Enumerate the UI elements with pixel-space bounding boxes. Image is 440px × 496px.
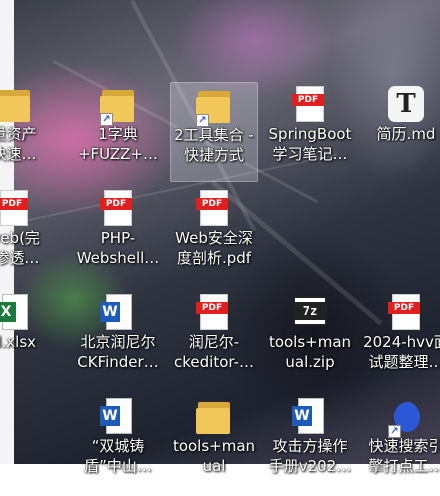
zip-icon: 7z [292, 294, 328, 332]
folder-icon: ↗ [196, 87, 232, 127]
pdf-icon: PDF [196, 294, 232, 332]
desktop-item[interactable]: PDF web(完 )渗透… [0, 188, 58, 288]
item-label: 简历.md [376, 125, 436, 143]
item-label: tools+man ual [172, 437, 256, 475]
desktop-item[interactable]: PDF Web安全深 度剖析.pdf [170, 188, 258, 288]
desktop-item[interactable]: PDF 润尼尔- ckeditor-… [170, 292, 258, 392]
typora-icon: T [388, 86, 424, 124]
pdf-icon: PDF [292, 86, 328, 124]
word-icon: W [292, 398, 328, 436]
pdf-icon: PDF [100, 190, 136, 228]
item-label: PHP- Webshell… [76, 229, 160, 267]
word-icon: W [100, 398, 136, 436]
item-label: 1字典 +FUZZ+… [77, 125, 159, 163]
item-label: 北京润尼尔 CKFinder… [77, 333, 159, 371]
desktop-item[interactable]: PDF PHP- Webshell… [74, 188, 162, 288]
pdf-icon: PDF [0, 190, 32, 228]
desktop-item[interactable]: W 攻击方操作 手册v202… [266, 396, 354, 496]
excel-icon: X [0, 294, 32, 332]
item-label: “双城铸 盾”中山… [84, 437, 152, 475]
pdf-icon: PDF [388, 294, 424, 332]
desktop-item[interactable]: ↗ 快速搜索引 擎打点工… [362, 396, 440, 496]
item-label: 攻击方操作 手册v202… [268, 437, 352, 475]
folder-icon: ↗ [100, 86, 136, 126]
pdf-icon: PDF [196, 190, 232, 228]
item-label: Web安全深 度剖析.pdf [175, 229, 253, 267]
desktop-item-selected[interactable]: ↗ 2工具集合 - 快捷方式 [170, 82, 258, 182]
desktop-item[interactable]: tools+man ual [170, 396, 258, 496]
desktop-item[interactable]: PDF 2024-hvv面 试题整理… [362, 292, 440, 392]
word-icon: W [100, 294, 136, 332]
desktop-item[interactable]: 7z tools+man ual.zip [266, 292, 354, 392]
desktop-item[interactable]: W 北京润尼尔 CKFinder… [74, 292, 162, 392]
folder-icon [196, 398, 232, 436]
item-label: 2工具集合 - 快捷方式 [174, 126, 254, 164]
item-label: tools+man ual.zip [268, 333, 352, 371]
item-label: d.xlsx [0, 333, 37, 351]
search-tool-icon: ↗ [388, 398, 424, 438]
item-label: 润尼尔- ckeditor-… [174, 333, 254, 371]
desktop-item[interactable]: W “双城铸 盾”中山… [74, 396, 162, 496]
desktop-item[interactable]: PDF SpringBoot 学习笔记… [266, 84, 354, 184]
item-label: web(完 )渗透… [0, 229, 40, 267]
item-label: 快速搜索引 擎打点工… [368, 437, 440, 475]
item-label: 2024-hvv面 试题整理… [363, 333, 440, 371]
folder-icon [0, 86, 32, 124]
desktop-item[interactable]: T 简历.md [362, 84, 440, 184]
desktop-item[interactable]: 量资产 快速… [0, 84, 58, 184]
desktop-item[interactable]: X d.xlsx [0, 292, 58, 392]
item-label: SpringBoot 学习笔记… [268, 125, 352, 163]
item-label: 量资产 快速… [0, 125, 37, 163]
desktop-item[interactable]: ↗ 1字典 +FUZZ+… [74, 84, 162, 184]
